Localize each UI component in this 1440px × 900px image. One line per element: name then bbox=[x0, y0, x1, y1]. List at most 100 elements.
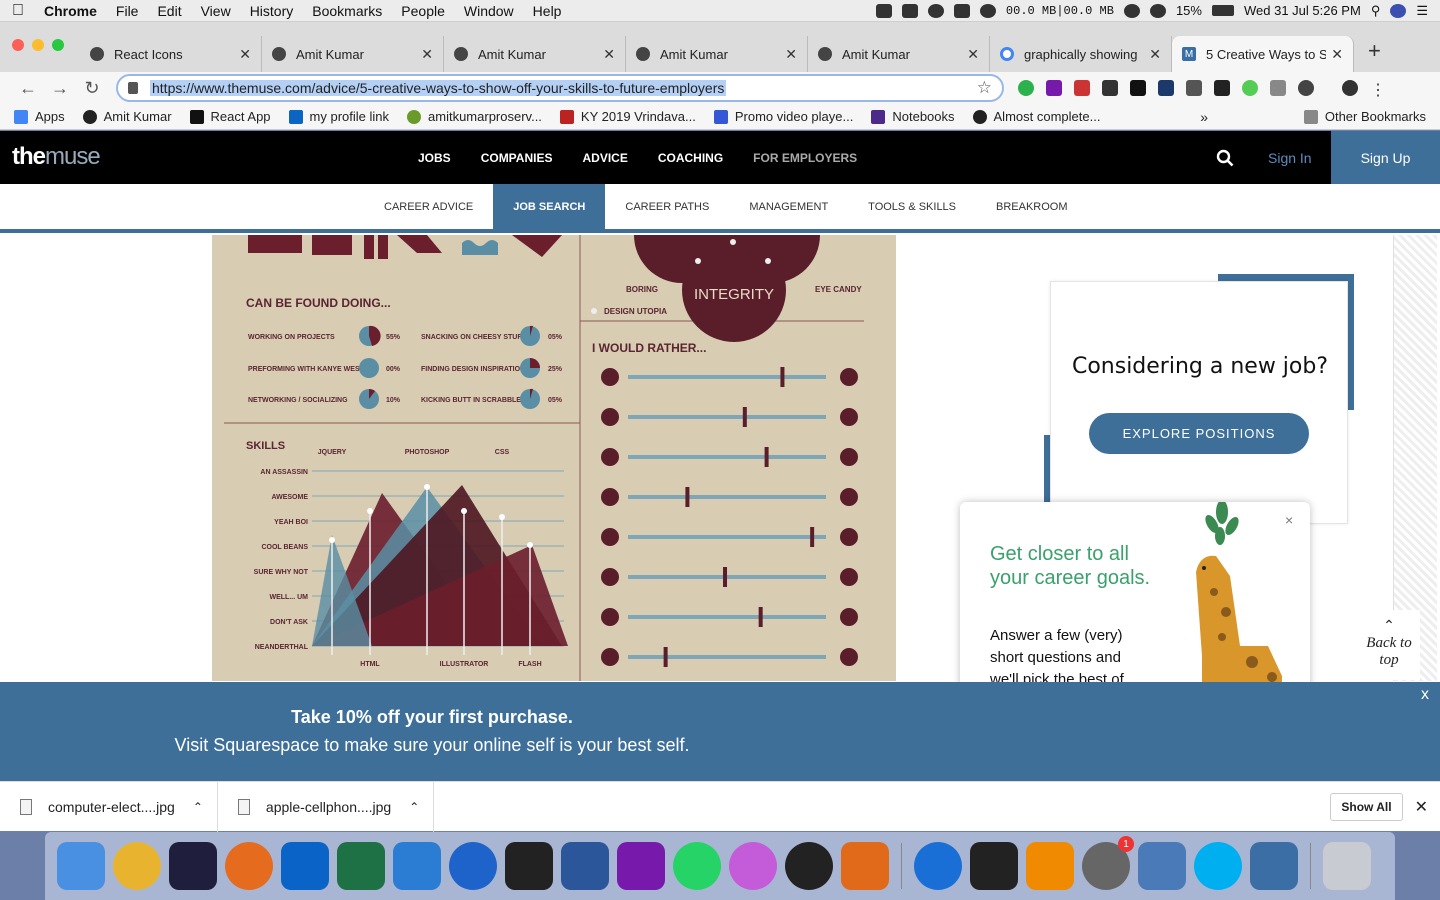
profile-avatar[interactable] bbox=[1342, 80, 1358, 96]
bookmark-amit-kumar[interactable]: Amit Kumar bbox=[82, 109, 172, 124]
activity-monitor-icon[interactable] bbox=[970, 842, 1018, 890]
popup-close-icon[interactable]: × bbox=[1285, 512, 1293, 528]
bookmark-other[interactable]: Other Bookmarks bbox=[1303, 109, 1426, 124]
whatsapp-icon[interactable] bbox=[673, 842, 721, 890]
vlc-status-icon[interactable] bbox=[953, 3, 970, 18]
address-bar[interactable]: https://www.themuse.com/advice/5-creativ… bbox=[116, 74, 1004, 102]
tab-close-icon[interactable]: ✕ bbox=[239, 46, 251, 63]
tab-google-search[interactable]: graphically showing ✕ bbox=[990, 36, 1172, 72]
sourcetree-icon[interactable] bbox=[449, 842, 497, 890]
subnav-career-paths[interactable]: CAREER PATHS bbox=[605, 184, 729, 229]
close-downloads-icon[interactable]: ✕ bbox=[1415, 797, 1428, 817]
apple-icon[interactable]:  bbox=[12, 2, 32, 20]
menu-help[interactable]: Help bbox=[533, 3, 562, 19]
system-preferences-icon[interactable]: 1 bbox=[1082, 836, 1134, 890]
squarespace-promo-banner[interactable]: Take 10% off your first purchase. Visit … bbox=[0, 682, 1440, 781]
tab-active-themuse[interactable]: M 5 Creative Ways to S ✕ bbox=[1172, 36, 1354, 72]
cloud-icon[interactable] bbox=[979, 3, 996, 18]
menu-window[interactable]: Window bbox=[464, 3, 514, 19]
bookmark-promo-video[interactable]: Promo video playe... bbox=[713, 109, 853, 124]
subnav-career-advice[interactable]: CAREER ADVICE bbox=[364, 184, 493, 229]
bookmark-react-app[interactable]: React App bbox=[189, 109, 271, 124]
show-all-downloads-button[interactable]: Show All bbox=[1330, 792, 1403, 821]
minimize-window-button[interactable] bbox=[32, 39, 44, 51]
tab-close-icon[interactable]: ✕ bbox=[785, 46, 797, 63]
tab-amit-kumar-4[interactable]: Amit Kumar ✕ bbox=[808, 36, 990, 72]
tab-close-icon[interactable]: ✕ bbox=[967, 46, 979, 63]
zoom-window-button[interactable] bbox=[52, 39, 64, 51]
teamviewer-icon[interactable] bbox=[914, 842, 962, 890]
new-tab-icon[interactable]: + bbox=[1368, 38, 1381, 64]
wifi-icon[interactable] bbox=[1149, 3, 1166, 18]
bookmark-profile-link[interactable]: my profile link bbox=[288, 109, 389, 124]
tab-close-icon[interactable]: ✕ bbox=[421, 46, 433, 63]
search-icon[interactable] bbox=[1216, 149, 1234, 167]
nav-advice[interactable]: ADVICE bbox=[582, 151, 627, 165]
excel-icon[interactable] bbox=[337, 842, 385, 890]
menu-people[interactable]: People bbox=[401, 3, 445, 19]
menu-file[interactable]: File bbox=[116, 3, 139, 19]
preview-icon[interactable] bbox=[1138, 842, 1186, 890]
skype-icon[interactable] bbox=[1194, 842, 1242, 890]
onenote-icon[interactable] bbox=[617, 842, 665, 890]
bookmark-ky-2019[interactable]: KY 2019 Vrindava... bbox=[559, 109, 696, 124]
banner-close-icon[interactable]: x bbox=[1421, 686, 1429, 704]
explore-positions-button[interactable]: EXPLORE POSITIONS bbox=[1089, 413, 1309, 454]
extension-icon[interactable] bbox=[1130, 80, 1146, 96]
word-icon[interactable] bbox=[561, 842, 609, 890]
tab-react-icons[interactable]: React Icons ✕ bbox=[80, 36, 262, 72]
menu-edit[interactable]: Edit bbox=[157, 3, 181, 19]
chrome-menu-icon[interactable]: ⋮ bbox=[1370, 80, 1386, 99]
nav-jobs[interactable]: JOBS bbox=[418, 151, 451, 165]
firefox-icon[interactable] bbox=[225, 842, 273, 890]
menu-app-name[interactable]: Chrome bbox=[44, 3, 97, 19]
bookmark-star-icon[interactable]: ☆ bbox=[977, 78, 992, 98]
notification-center-icon[interactable]: ☰ bbox=[1416, 3, 1428, 19]
bluetooth-icon[interactable] bbox=[1123, 3, 1140, 18]
butterfly-icon[interactable] bbox=[841, 842, 889, 890]
url-text[interactable]: https://www.themuse.com/advice/5-creativ… bbox=[150, 80, 727, 96]
extension-icon[interactable] bbox=[1270, 80, 1286, 96]
css-icon[interactable] bbox=[1186, 80, 1202, 96]
reload-icon[interactable]: ↻ bbox=[76, 78, 108, 99]
more-bookmarks-icon[interactable]: » bbox=[1200, 109, 1208, 125]
outlook-icon[interactable] bbox=[281, 842, 329, 890]
vlc-icon[interactable] bbox=[1026, 842, 1074, 890]
vscode-icon[interactable] bbox=[393, 842, 441, 890]
tab-close-icon[interactable]: ✕ bbox=[1331, 46, 1343, 63]
menu-history[interactable]: History bbox=[250, 3, 294, 19]
finder-icon[interactable] bbox=[57, 842, 105, 890]
migration-icon[interactable] bbox=[1250, 842, 1298, 890]
chrome-icon[interactable] bbox=[113, 842, 161, 890]
bookmark-notebooks[interactable]: Notebooks bbox=[871, 109, 955, 124]
subnav-breakroom[interactable]: BREAKROOM bbox=[976, 184, 1088, 229]
tab-amit-kumar-2[interactable]: Amit Kumar ✕ bbox=[444, 36, 626, 72]
battery-icon[interactable] bbox=[1211, 5, 1234, 16]
tab-close-icon[interactable]: ✕ bbox=[1149, 46, 1161, 63]
back-to-top-button[interactable]: ⌃ Back to top bbox=[1358, 610, 1420, 680]
back-icon[interactable]: ← bbox=[12, 78, 44, 99]
tab-amit-kumar-1[interactable]: Amit Kumar ✕ bbox=[262, 36, 444, 72]
forward-icon[interactable]: → bbox=[44, 78, 76, 99]
power-icon[interactable] bbox=[785, 842, 833, 890]
download-item[interactable]: apple-cellphon....jpg ⌃ bbox=[218, 781, 435, 832]
intellij-icon[interactable] bbox=[169, 842, 217, 890]
bookmark-amitkumarproserv[interactable]: amitkumarproserv... bbox=[407, 109, 542, 124]
clock[interactable]: Wed 31 Jul 5:26 PM bbox=[1244, 3, 1361, 18]
themuse-logo[interactable]: themuse bbox=[12, 143, 101, 171]
tab-close-icon[interactable]: ✕ bbox=[603, 46, 615, 63]
subnav-tools-skills[interactable]: TOOLS & SKILLS bbox=[848, 184, 976, 229]
close-x-extension-icon[interactable] bbox=[1214, 80, 1230, 96]
lock-icon[interactable] bbox=[128, 82, 138, 94]
battery-percent[interactable]: 15% bbox=[1176, 3, 1202, 18]
nav-companies[interactable]: COMPANIES bbox=[481, 151, 553, 165]
tab-amit-kumar-3[interactable]: Amit Kumar ✕ bbox=[626, 36, 808, 72]
chevron-up-icon[interactable]: ⌃ bbox=[409, 800, 419, 814]
menu-bookmarks[interactable]: Bookmarks bbox=[312, 3, 382, 19]
spotlight-icon[interactable]: ⚲ bbox=[1371, 3, 1381, 19]
bookmark-almost-complete[interactable]: Almost complete... bbox=[972, 109, 1100, 124]
trash-icon[interactable] bbox=[1323, 842, 1371, 890]
chevron-up-icon[interactable]: ⌃ bbox=[193, 800, 203, 814]
itunes-icon[interactable] bbox=[729, 842, 777, 890]
skype-status-icon[interactable] bbox=[927, 3, 944, 18]
